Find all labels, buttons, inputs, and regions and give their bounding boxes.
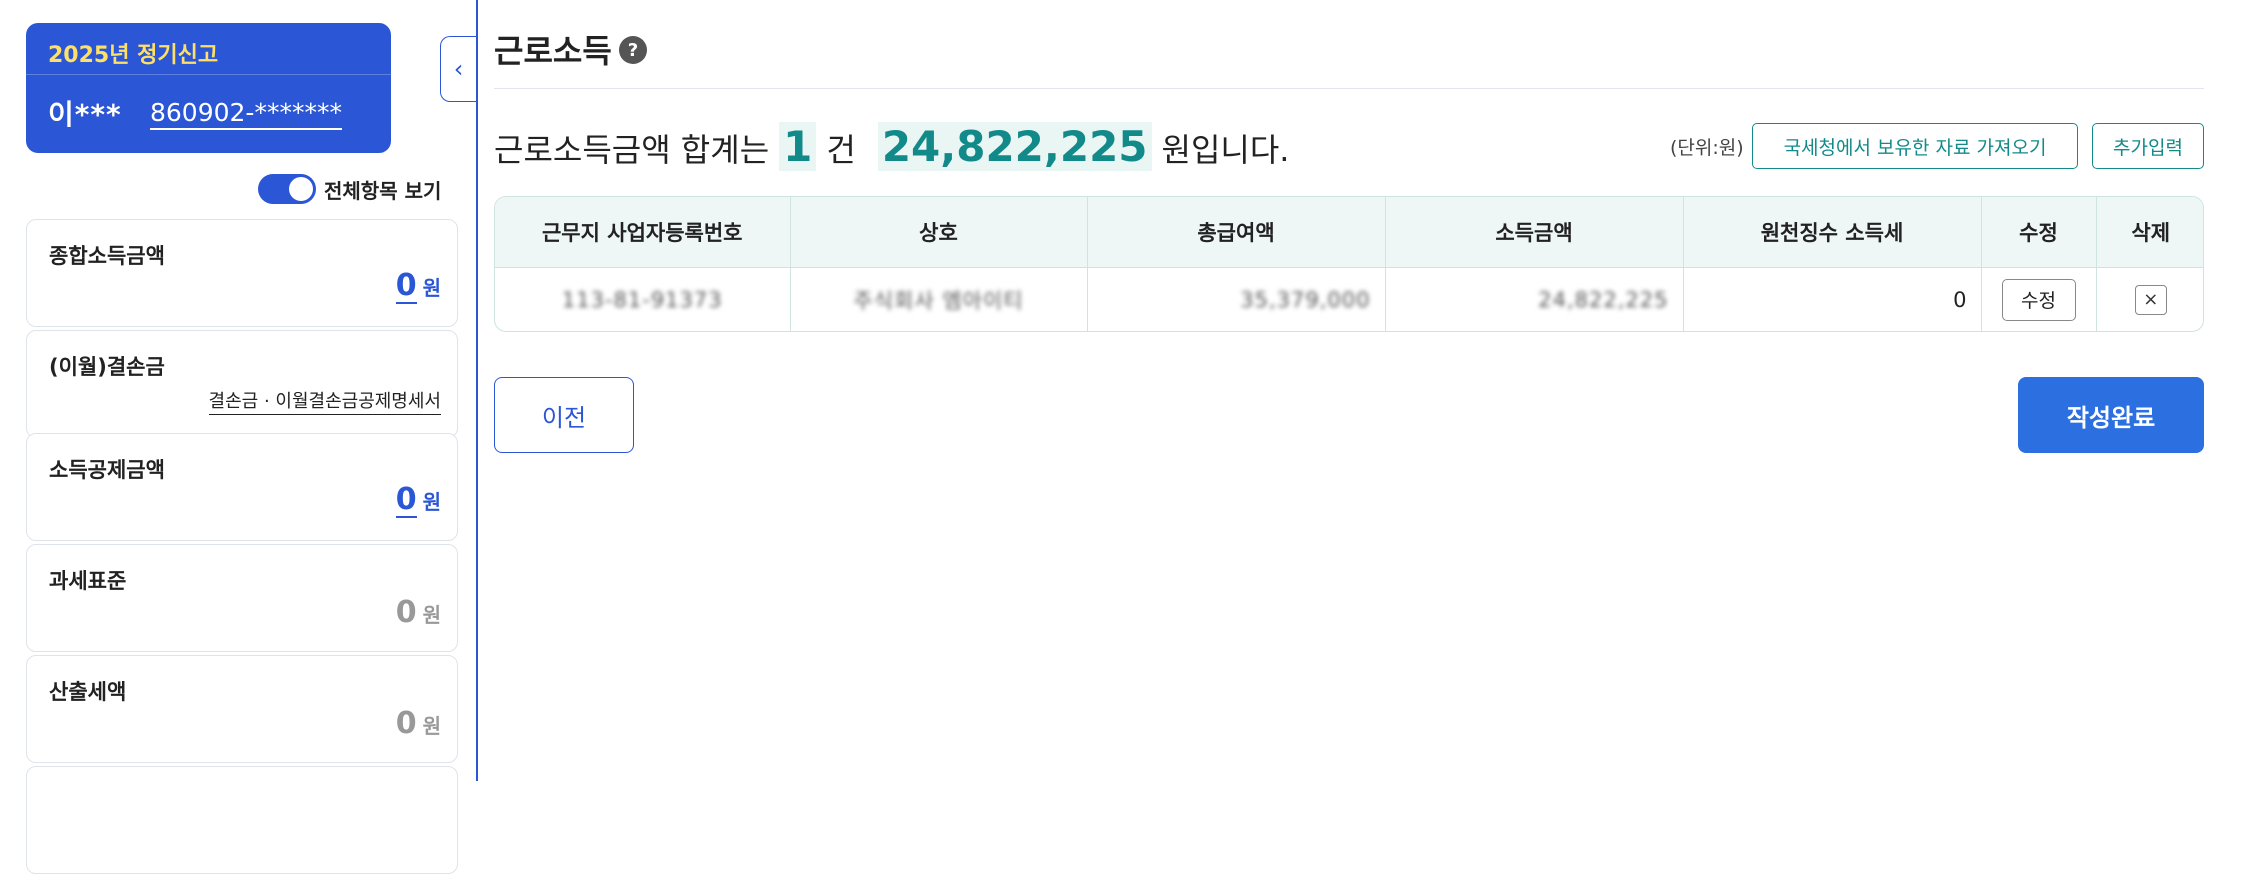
sidebar-border (476, 0, 478, 781)
card-label: 종합소득금액 (49, 244, 165, 268)
card-value-number[interactable]: 0 (395, 484, 417, 518)
cell-withholding: 0 (1683, 267, 1982, 331)
summary-count-unit: 건 (826, 131, 856, 169)
close-icon: × (2143, 288, 2159, 310)
card-value[interactable]: 0 원 (395, 270, 441, 304)
help-icon[interactable]: ? (619, 36, 647, 64)
card-income-deduction: 소득공제금액 0 원 (26, 433, 458, 541)
card-value: 0 원 (396, 597, 441, 629)
company-value: 주식회사 엠아이티 (853, 288, 1024, 313)
report-card: 2025년 정기신고 이*** 860902-******* (26, 23, 391, 153)
fetch-nts-data-button[interactable]: 국세청에서 보유한 자료 가져오기 (1752, 123, 2078, 169)
card-value: 0 원 (396, 708, 441, 740)
card-loss: (이월)결손금 결손금 · 이월결손금공제명세서 (26, 330, 458, 438)
report-title: 2025년 정기신고 (48, 43, 219, 68)
card-next (26, 766, 458, 874)
card-label: 과세표준 (49, 569, 127, 593)
summary-suffix: 원입니다. (1161, 131, 1290, 169)
user-name: 이*** (48, 98, 122, 131)
card-tax-base: 과세표준 0 원 (26, 544, 458, 652)
loss-statement-link[interactable]: 결손금 · 이월결손금공제명세서 (208, 390, 441, 415)
cell-delete: × (2096, 267, 2203, 331)
income-value: 24,822,225 (1538, 287, 1669, 312)
table-row: 113-81-91373 주식회사 엠아이티 35,379,000 24,822… (495, 267, 2203, 331)
card-value-number: 0 (395, 595, 417, 630)
unit-note: (단위:원) (1670, 137, 1744, 159)
card-value-unit: 원 (422, 490, 441, 514)
card-value-number: 0 (395, 706, 417, 741)
show-all-label: 전체항목 보기 (324, 178, 442, 203)
previous-button[interactable]: 이전 (494, 377, 634, 453)
col-header-brn: 근무지 사업자등록번호 (495, 197, 791, 268)
sidebar: 2025년 정기신고 이*** 860902-******* 전체항목 보기 종… (26, 0, 478, 874)
edit-row-button[interactable]: 수정 (2001, 278, 2076, 321)
show-all-toggle[interactable] (258, 174, 316, 204)
summary-count: 1 (779, 122, 817, 171)
table-header-row: 근무지 사업자등록번호 상호 총급여액 소득금액 원천징수 소득세 수정 삭제 (495, 197, 2203, 268)
user-rrn: 860902-******* (150, 98, 342, 130)
cell-total-salary: 35,379,000 (1087, 267, 1386, 331)
cell-brn: 113-81-91373 (495, 267, 791, 331)
col-header-edit: 수정 (1981, 197, 2097, 268)
card-value[interactable]: 0 원 (395, 484, 441, 518)
col-header-delete: 삭제 (2096, 197, 2203, 268)
card-value-number[interactable]: 0 (395, 270, 417, 304)
card-total-income: 종합소득금액 0 원 (26, 219, 458, 327)
cell-income: 24,822,225 (1385, 267, 1684, 331)
card-value-unit: 원 (422, 603, 441, 627)
card-label: 산출세액 (49, 680, 127, 704)
summary-amount: 24,822,225 (877, 122, 1152, 171)
income-table: 근무지 사업자등록번호 상호 총급여액 소득금액 원천징수 소득세 수정 삭제 … (494, 196, 2204, 332)
card-computed-tax: 산출세액 0 원 (26, 655, 458, 763)
total-salary-value: 35,379,000 (1240, 287, 1371, 312)
card-label: (이월)결손금 (49, 355, 165, 379)
add-entry-button[interactable]: 추가입력 (2092, 123, 2204, 169)
col-header-company: 상호 (790, 197, 1088, 268)
delete-row-button[interactable]: × (2134, 284, 2167, 315)
chevron-left-icon: ‹ (453, 55, 464, 83)
card-label: 소득공제금액 (49, 458, 165, 482)
card-value-unit: 원 (422, 714, 441, 738)
collapse-sidebar-button[interactable]: ‹ (440, 36, 476, 102)
summary-sentence: 근로소득금액 합계는 1 건 24,822,225 원입니다. (494, 122, 1289, 171)
cell-company: 주식회사 엠아이티 (790, 267, 1088, 331)
brn-value: 113-81-91373 (561, 287, 723, 312)
main-content: 근로소득 ? 근로소득금액 합계는 1 건 24,822,225 원입니다. (… (494, 0, 2204, 781)
title-divider (494, 88, 2204, 89)
col-header-income: 소득금액 (1385, 197, 1684, 268)
complete-button[interactable]: 작성완료 (2018, 377, 2204, 453)
col-header-total-salary: 총급여액 (1087, 197, 1386, 268)
show-all-toggle-row[interactable]: 전체항목 보기 (258, 174, 441, 204)
cell-edit: 수정 (1981, 267, 2097, 331)
summary-prefix: 근로소득금액 합계는 (494, 131, 770, 169)
card-value-unit: 원 (422, 276, 441, 300)
col-header-withholding: 원천징수 소득세 (1683, 197, 1982, 268)
report-divider (26, 74, 391, 75)
page-title: 근로소득 (494, 32, 612, 70)
